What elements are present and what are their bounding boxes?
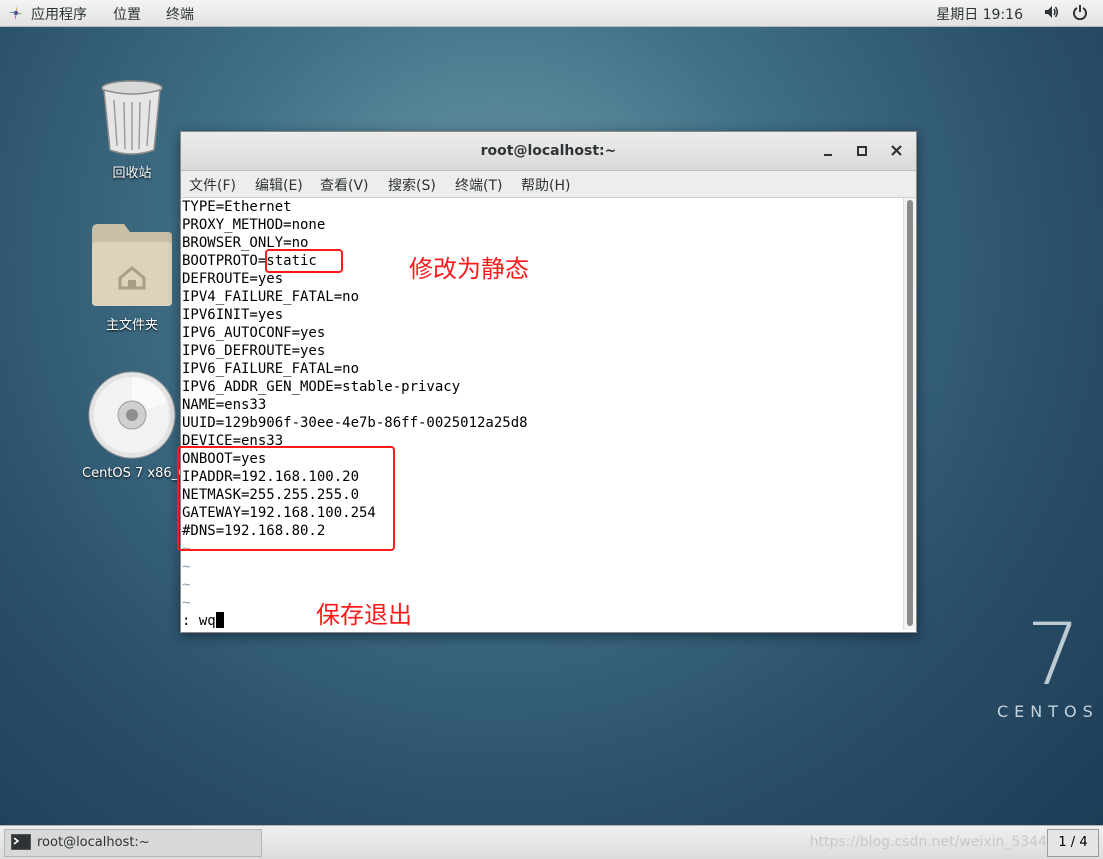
menu-terminal[interactable]: 终端(T) xyxy=(455,175,502,195)
power-icon[interactable] xyxy=(1072,4,1088,20)
terminal-icon xyxy=(11,834,31,850)
empty-line-marker: ~ xyxy=(182,577,191,593)
volume-icon[interactable] xyxy=(1043,4,1059,20)
static-annotation: 修改为静态 xyxy=(409,255,529,283)
terminal-app-menu[interactable]: 终端 xyxy=(166,4,194,24)
taskbar-terminal-item[interactable]: root@localhost:~ xyxy=(4,829,262,857)
terminal-scrollbar[interactable] xyxy=(903,198,916,630)
terminal-window[interactable]: root@localhost:~ 文件(F) 编辑(E) 查看(V) 搜索(S)… xyxy=(177,131,917,633)
empty-line-marker: ~ xyxy=(182,559,191,575)
trash-label: 回收站 xyxy=(112,166,152,181)
scrollbar-thumb[interactable] xyxy=(907,200,913,626)
network-settings-highlight-box xyxy=(177,446,395,551)
applications-icon xyxy=(9,6,23,20)
places-menu[interactable]: 位置 xyxy=(113,4,141,24)
window-title: root@localhost:~ xyxy=(480,143,617,159)
config-line: TYPE=Ethernet xyxy=(182,199,292,215)
vim-command: : wq xyxy=(182,613,216,629)
centos-brand-text: CENTOS xyxy=(997,702,1099,721)
home-folder-icon xyxy=(92,224,172,306)
text-cursor xyxy=(215,612,224,628)
config-line: PROXY_METHOD=none xyxy=(182,217,326,233)
trash-icon xyxy=(101,80,163,155)
static-highlight-box xyxy=(265,249,343,273)
vim-command-line[interactable]: : wq xyxy=(182,612,224,630)
disc-desktop-icon[interactable]: CentOS 7 x86_6 xyxy=(82,370,187,481)
disc-label: CentOS 7 x86_6 xyxy=(82,466,187,481)
config-line: UUID=129b906f-30ee-4e7b-86ff-0025012a25d… xyxy=(182,415,528,431)
minimize-button[interactable] xyxy=(821,143,837,159)
menu-file[interactable]: 文件(F) xyxy=(189,175,236,195)
home-folder-desktop-icon[interactable]: 主文件夹 xyxy=(82,222,182,333)
close-button[interactable] xyxy=(889,143,905,159)
clock[interactable]: 星期日 19:16 xyxy=(936,4,1023,24)
menu-edit[interactable]: 编辑(E) xyxy=(255,175,303,195)
watermark-text: https://blog.csdn.net/weixin_5344 xyxy=(809,834,1047,850)
config-line: IPV4_FAILURE_FATAL=no xyxy=(182,289,360,305)
cd-icon xyxy=(88,371,176,459)
applications-menu[interactable]: 应用程序 xyxy=(31,4,87,24)
window-titlebar[interactable]: root@localhost:~ xyxy=(181,132,916,171)
config-line: IPV6INIT=yes xyxy=(182,307,284,323)
centos-version-number: 7 xyxy=(1026,605,1081,705)
bottom-taskbar: root@localhost:~ https://blog.csdn.net/w… xyxy=(0,825,1103,859)
workspace-pager[interactable]: 1 / 4 xyxy=(1047,829,1099,857)
save-annotation: 保存退出 xyxy=(316,601,412,629)
config-line: IPV6_ADDR_GEN_MODE=stable-privacy xyxy=(182,379,461,395)
taskbar-window-label: root@localhost:~ xyxy=(37,835,150,850)
window-menubar: 文件(F) 编辑(E) 查看(V) 搜索(S) 终端(T) 帮助(H) xyxy=(181,171,916,198)
config-line: IPV6_AUTOCONF=yes xyxy=(182,325,326,341)
menu-search[interactable]: 搜索(S) xyxy=(388,175,436,195)
top-bar: 应用程序 位置 终端 星期日 19:16 xyxy=(0,0,1103,27)
trash-desktop-icon[interactable]: 回收站 xyxy=(82,78,182,181)
menu-help[interactable]: 帮助(H) xyxy=(521,175,570,195)
menu-view[interactable]: 查看(V) xyxy=(320,175,369,195)
config-line: NAME=ens33 xyxy=(182,397,267,413)
config-line: IPV6_FAILURE_FATAL=no xyxy=(182,361,360,377)
home-folder-label: 主文件夹 xyxy=(105,318,158,333)
empty-line-marker: ~ xyxy=(182,595,191,611)
maximize-button[interactable] xyxy=(855,143,871,159)
config-line: IPV6_DEFROUTE=yes xyxy=(182,343,326,359)
